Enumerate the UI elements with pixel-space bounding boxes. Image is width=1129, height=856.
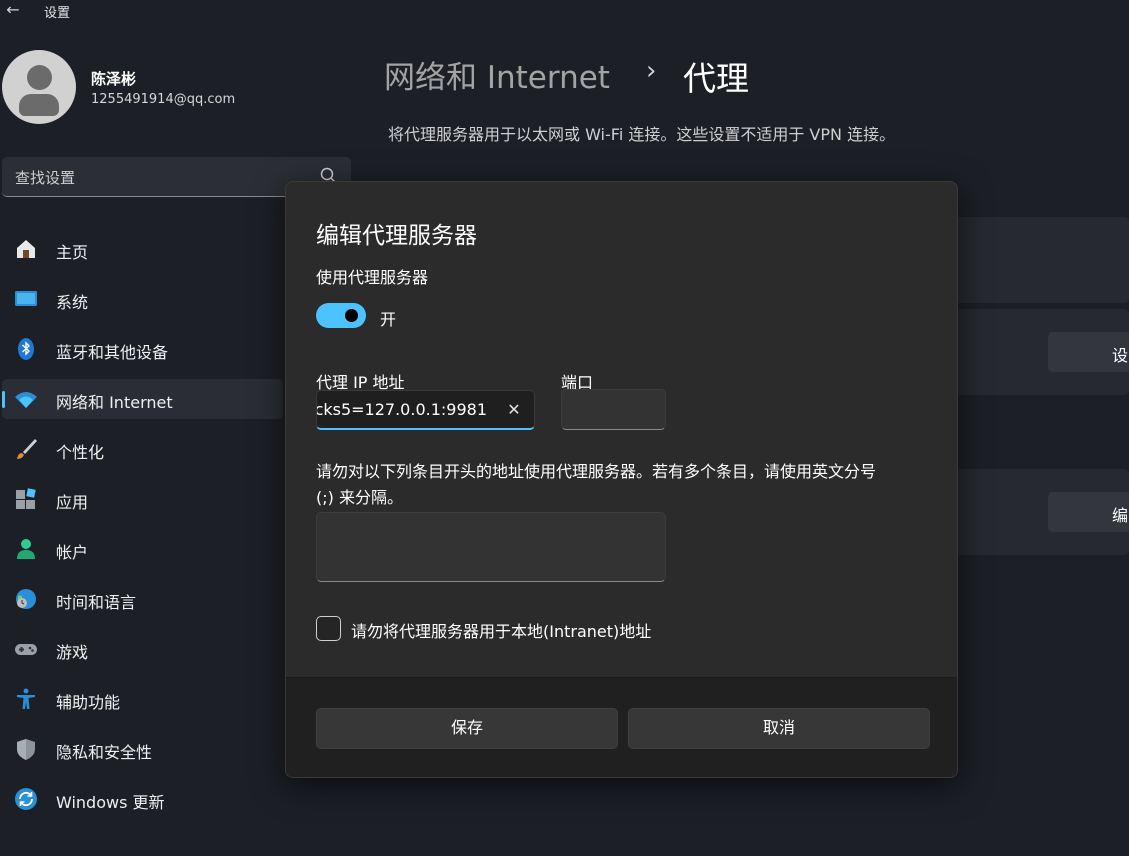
home-icon [17,240,35,258]
sidebar-item-system[interactable]: 系统 [2,279,283,319]
sidebar-item-bluetooth[interactable]: 蓝牙和其他设备 [2,329,283,369]
sidebar-item-label: Windows 更新 [56,793,165,812]
accessibility-icon [17,688,35,709]
active-indicator [2,391,5,408]
sidebar-item-label: 主页 [56,243,89,262]
edit-button[interactable]: 编 [1048,492,1129,532]
search-placeholder: 查找设置 [15,169,76,187]
sidebar-item-label: 隐私和安全性 [56,743,153,762]
clear-icon[interactable]: ✕ [503,399,525,421]
sidebar-item-label: 蓝牙和其他设备 [56,343,169,362]
page-description: 将代理服务器用于以太网或 Wi-Fi 连接。这些设置不适用于 VPN 连接。 [388,125,896,144]
system-icon [15,291,37,306]
dialog-title: 编辑代理服务器 [316,223,477,249]
local-address-label[interactable]: 请勿将代理服务器用于本地(Intranet)地址 [351,618,651,642]
background-card [930,217,1129,303]
sidebar-item-label: 应用 [56,493,89,512]
proxy-ip-input[interactable]: socks5=127.0.0.1:9981 ✕ [316,390,535,430]
sidebar-item-windows-update[interactable]: Windows 更新 [2,779,283,819]
sidebar-item-label: 系统 [56,293,89,312]
bluetooth-icon [18,338,34,360]
cancel-button[interactable]: 取消 [628,708,930,749]
local-address-checkbox[interactable] [316,616,341,641]
save-button[interactable]: 保存 [316,708,618,749]
use-proxy-toggle[interactable] [316,303,366,328]
sidebar-item-gaming[interactable]: 游戏 [2,629,283,669]
sidebar-item-network[interactable]: 网络和 Internet [2,379,283,419]
user-email: 1255491914@qq.com [91,92,236,107]
exclude-label-continued: (;) 来分隔。 [316,488,403,507]
sidebar-item-label: 帐户 [56,543,89,562]
avatar[interactable] [2,50,76,124]
breadcrumb-chevron-icon: › [646,56,657,86]
sidebar-item-home[interactable]: 主页 [2,229,283,269]
toggle-knob [345,309,358,322]
window-title: 设置 [44,6,71,21]
sidebar-item-time-language[interactable]: 时间和语言 [2,579,283,619]
breadcrumb-parent[interactable]: 网络和 Internet [384,52,610,97]
gamepad-icon [15,644,37,655]
sidebar-item-label: 网络和 Internet [56,393,173,412]
use-proxy-label: 使用代理服务器 [316,268,429,287]
wifi-icon [15,392,37,408]
user-name: 陈泽彬 [91,70,137,88]
brush-icon [17,439,37,459]
setup-button[interactable]: 设 [1048,332,1129,372]
exclude-addresses-textarea[interactable] [316,512,666,582]
edit-proxy-dialog: 编辑代理服务器 使用代理服务器 开 代理 IP 地址 端口 socks5=127… [285,181,958,778]
update-icon [15,788,37,810]
account-icon [17,539,35,559]
sidebar-item-label: 辅助功能 [56,693,121,712]
apps-icon [16,488,36,509]
sidebar-item-label: 游戏 [56,643,89,662]
sidebar-item-label: 时间和语言 [56,593,137,612]
time-language-icon [16,589,36,609]
sidebar-item-apps[interactable]: 应用 [2,479,283,519]
back-arrow-icon: ← [6,0,20,19]
sidebar-item-accounts[interactable]: 帐户 [2,529,283,569]
port-input[interactable] [561,389,666,430]
sidebar-item-personalization[interactable]: 个性化 [2,429,283,469]
exclude-label: 请勿对以下列条目开头的地址使用代理服务器。若有多个条目，请使用英文分号 [316,462,877,481]
toggle-state-label: 开 [380,310,397,329]
proxy-ip-value: socks5=127.0.0.1:9981 [316,400,487,419]
sidebar-item-privacy[interactable]: 隐私和安全性 [2,729,283,769]
sidebar-item-label: 个性化 [56,443,105,462]
shield-icon [17,739,35,760]
back-button[interactable]: ← [0,0,26,22]
page-title: 代理 [683,59,749,98]
sidebar-item-accessibility[interactable]: 辅助功能 [2,679,283,719]
